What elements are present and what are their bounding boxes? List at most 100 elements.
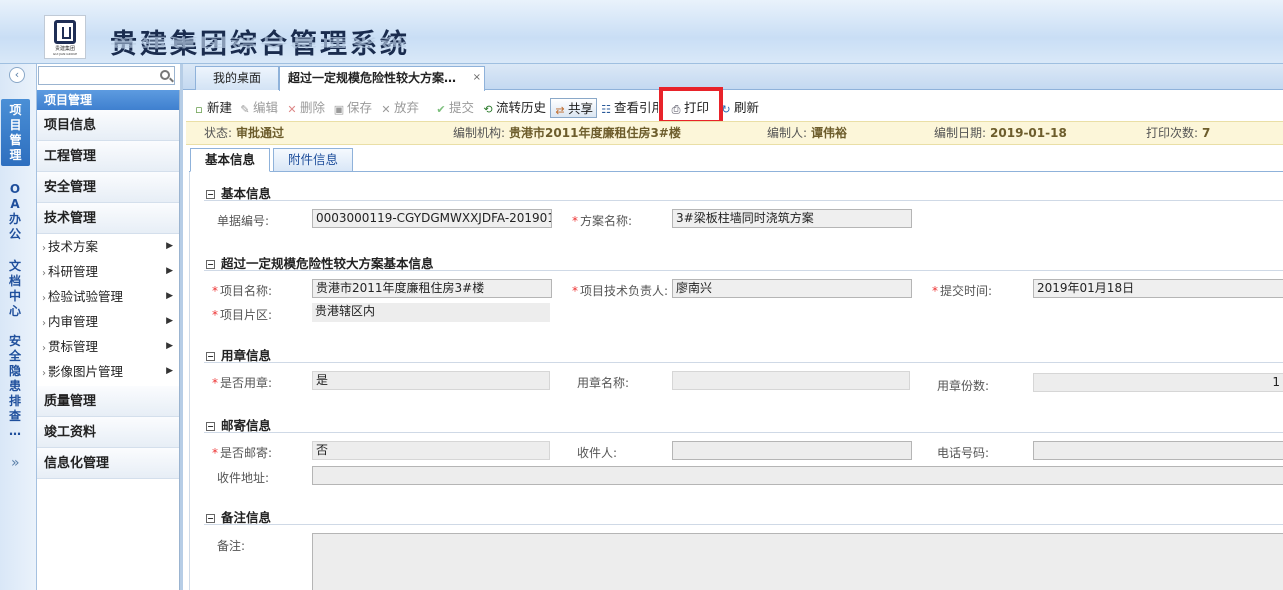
date-label: 编制日期: (934, 126, 987, 140)
section-divider (204, 524, 1283, 525)
new-button[interactable]: ▫ 新建 (193, 98, 232, 118)
refresh-button[interactable]: ↻ 刷新 (720, 98, 759, 118)
menu-item-testing[interactable]: › 检验试验管理 ▶ (37, 284, 179, 309)
search-icon[interactable] (160, 70, 170, 80)
tech-lead-field[interactable]: 廖南兴 (672, 279, 912, 298)
flow-history-button[interactable]: ⟲ 流转历史 (482, 98, 546, 118)
label-text: 收件人: (577, 446, 618, 460)
label-text: 是否邮寄: (220, 446, 273, 460)
tech-lead-label: * 项目技术负责人: (572, 282, 668, 299)
system-title-reflection: 贵建集团综合管理系统 (110, 34, 410, 49)
tab-label: 超过一定规模危险性较大方案… (288, 71, 457, 85)
submit-time-field[interactable]: 2019年01月18日 (1033, 279, 1283, 298)
more-modules-icon[interactable]: » (11, 455, 20, 471)
view-refs-button[interactable]: ☷ 查看引用 (600, 98, 658, 118)
tab-my-desktop[interactable]: 我的桌面 (195, 66, 279, 90)
status-state: 状态: 审批通过 (204, 122, 284, 144)
menu-group-project-info[interactable]: 项目信息 (37, 110, 179, 141)
module-tab-docs[interactable]: 文档中心 (1, 259, 29, 319)
menu-group-quality[interactable]: 质量管理 (37, 386, 179, 417)
remark-textarea[interactable] (312, 533, 1283, 590)
status-bar: 状态: 审批通过 编制机构: 贵港市2011年度廉租住房3#楼 编制人: 谭伟裕 编制… (186, 121, 1283, 145)
module-tab-char: … (9, 424, 21, 438)
discard-button[interactable]: ✕ 放弃 (380, 98, 419, 118)
module-tab-char: 目 (9, 118, 22, 132)
module-tab-char: 隐 (8, 364, 21, 378)
delete-button[interactable]: ✕ 删除 (286, 98, 325, 118)
project-area-field[interactable]: 贵港辖区内 (312, 303, 550, 322)
menu-group-engineering[interactable]: 工程管理 (37, 141, 179, 172)
module-tab-char: 安 (8, 334, 21, 348)
module-tab-project[interactable]: 项目管理 (1, 99, 30, 166)
menu-item-audit[interactable]: › 内审管理 ▶ (37, 309, 179, 334)
label-text: 备注: (217, 539, 246, 553)
menu-group-safety[interactable]: 安全管理 (37, 172, 179, 203)
date-value: 2019-01-18 (990, 126, 1067, 140)
submit-label: 提交 (449, 100, 475, 115)
address-field[interactable] (312, 466, 1283, 485)
menu-item-label: 内审管理 (48, 314, 99, 329)
seal-count-field[interactable]: 1 (1033, 373, 1283, 392)
phone-field[interactable] (1033, 441, 1283, 460)
module-tab-safety[interactable]: 安全隐患排查… (1, 334, 29, 439)
plan-name-field[interactable]: 3#梁板柱墙同时浇筑方案 (672, 209, 912, 228)
section-title: 基本信息 (221, 186, 272, 201)
section-title: 超过一定规模危险性较大方案基本信息 (221, 256, 434, 271)
module-tab-char: 文 (8, 259, 21, 273)
submit-time-label: * 提交时间: (932, 282, 992, 299)
menu-search-input[interactable] (38, 66, 175, 85)
tab-attachments[interactable]: 附件信息 (273, 148, 354, 172)
label-text: 项目名称: (220, 284, 273, 298)
label-text: 方案名称: (580, 214, 633, 228)
share-button[interactable]: ⇄ 共享 (550, 98, 598, 118)
edit-button[interactable]: ✎ 编辑 (239, 98, 278, 118)
menu-group-tech[interactable]: 技术管理 (37, 203, 179, 234)
module-tab-char: 排 (8, 394, 21, 408)
required-asterisk: * (212, 376, 218, 390)
menu-item-tech-plan[interactable]: › 技术方案 ▶ (37, 234, 179, 259)
status-author: 编制人: 谭伟裕 (767, 122, 847, 144)
menu-group-completion[interactable]: 竣工资料 (37, 417, 179, 448)
triangle-right-icon: ▶ (166, 341, 173, 351)
splitter[interactable] (180, 64, 183, 590)
collapse-icon[interactable]: − (206, 514, 215, 523)
module-tab-char: 查 (8, 409, 21, 423)
tab-active-plan[interactable]: 超过一定规模危险性较大方案… × (279, 66, 485, 91)
section-divider (204, 362, 1283, 363)
module-tab-oa[interactable]: OA办公 (1, 182, 29, 242)
menu-item-standards[interactable]: › 贯标管理 ▶ (37, 334, 179, 359)
use-seal-field[interactable]: 是 (312, 371, 550, 390)
recipient-label: 收件人: (577, 444, 617, 461)
status-print-count: 打印次数: 7 (1146, 122, 1210, 144)
collapse-icon[interactable]: − (206, 422, 215, 431)
collapse-icon[interactable]: − (206, 190, 215, 199)
label-text: 用章名称: (577, 376, 630, 390)
phone-label: 电话号码: (937, 444, 989, 461)
collapse-icon[interactable]: − (206, 260, 215, 269)
print-count-label: 打印次数: (1146, 126, 1199, 140)
module-tab-char: 中 (8, 289, 21, 303)
org-label: 编制机构: (453, 126, 506, 140)
doc-no-field[interactable]: 0003000119-CGYDGMWXXJDFA-201901- (312, 209, 552, 228)
module-tab-char: O (9, 182, 21, 196)
submit-button[interactable]: ✔ 提交 (435, 98, 474, 118)
remark-label: 备注: (217, 537, 245, 554)
menu-item-research[interactable]: › 科研管理 ▶ (37, 259, 179, 284)
save-button[interactable]: ▣ 保存 (333, 98, 372, 118)
menu-item-images[interactable]: › 影像图片管理 ▶ (37, 359, 179, 384)
label-text: 项目片区: (220, 308, 273, 322)
project-name-field[interactable]: 贵港市2011年度廉租住房3#楼 (312, 279, 552, 298)
share-icon: ⇄ (555, 104, 565, 117)
required-asterisk: * (212, 284, 218, 298)
tab-strip: 我的桌面 超过一定规模危险性较大方案… × (183, 64, 1283, 91)
label-text: 单据编号: (217, 214, 270, 228)
seal-name-field[interactable] (672, 371, 910, 390)
close-icon[interactable]: × (473, 67, 481, 89)
recipient-field[interactable] (672, 441, 912, 460)
collapse-icon[interactable]: − (206, 352, 215, 361)
chevron-left-icon[interactable]: ‹ (9, 67, 25, 83)
tab-basic-info[interactable]: 基本信息 (190, 148, 271, 172)
mail-field[interactable]: 否 (312, 441, 550, 460)
status-org: 编制机构: 贵港市2011年度廉租住房3#楼 (453, 122, 681, 144)
menu-group-it[interactable]: 信息化管理 (37, 448, 179, 479)
